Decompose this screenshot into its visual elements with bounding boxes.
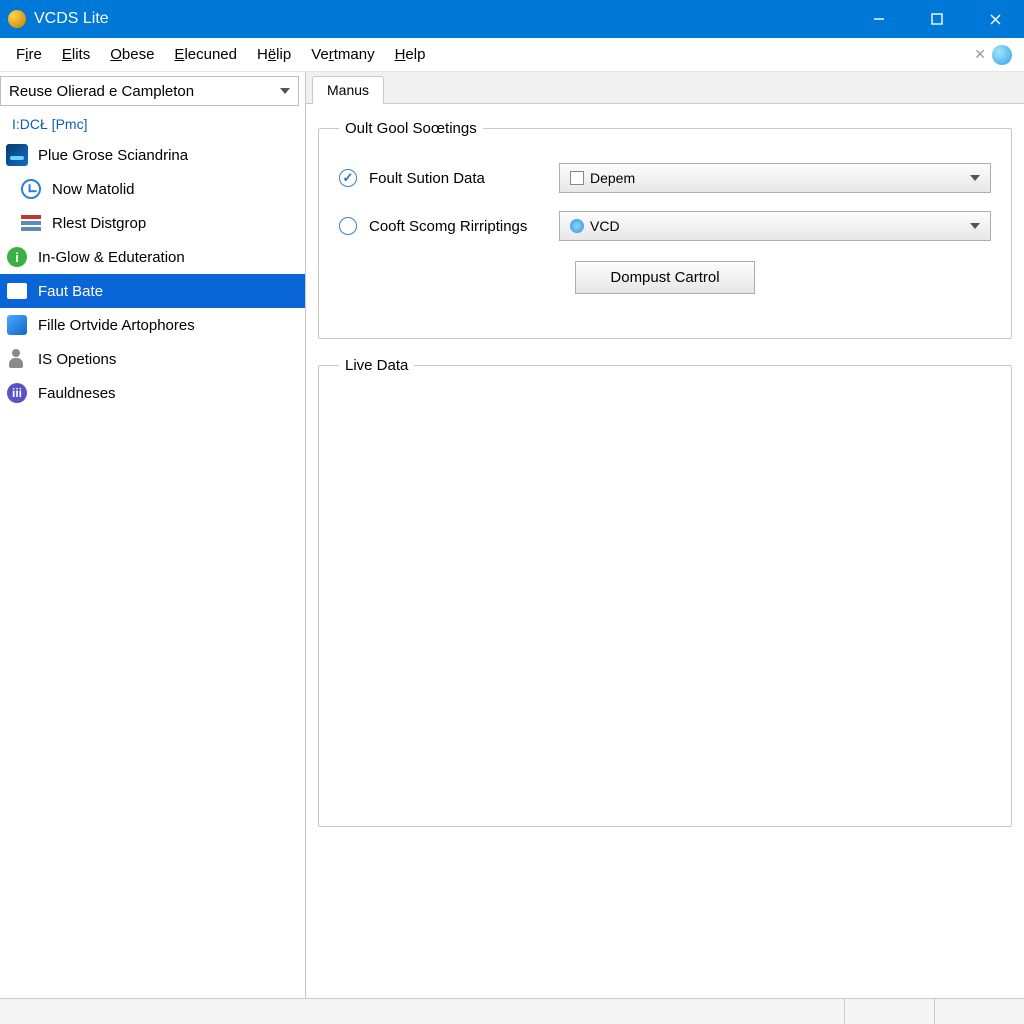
dropdown-value: Depem [590,170,635,186]
dropdown-vcd[interactable]: VCD [559,211,991,241]
module-icon [6,314,28,336]
menu-vertmany[interactable]: Vertmany [301,40,384,69]
sidebar-item-fauldneses[interactable]: iii Fauldneses [0,376,305,410]
body: Reuse Olierad e Campleton I:DCŁ [Pmc] Pl… [0,72,1024,998]
menubar: Fire Elits Obese Elecuned Hëlip Vertmany… [0,38,1024,72]
window-title: VCDS Lite [34,10,850,28]
person-icon [6,348,28,370]
chevron-down-icon [280,88,290,94]
vcd-icon [570,219,584,233]
sidebar-item-label: Fille Ortvide Artophores [38,317,195,334]
option-foult-sution: Foult Sution Data Depem [339,163,991,193]
window-controls [850,0,1024,38]
tree-header: I:DCŁ [Pmc] [0,110,305,138]
content-inner: Oult Gool Soœtings Foult Sution Data Dep… [306,104,1024,998]
settings-group: Oult Gool Soœtings Foult Sution Data Dep… [318,120,1012,339]
titlebar: VCDS Lite [0,0,1024,38]
menu-elecuned[interactable]: Elecuned [164,40,247,69]
sidebar-item-faut-bate[interactable]: Faut Bate [0,274,305,308]
dropdown-value: VCD [590,218,620,234]
car-icon [6,144,28,166]
status-dot-icon[interactable] [992,45,1012,65]
sidebar: Reuse Olierad e Campleton I:DCŁ [Pmc] Pl… [0,72,306,998]
option-label: Cooft Scomg Rirriptings [369,218,559,235]
sidebar-item-label: Faut Bate [38,283,103,300]
menu-obese[interactable]: Obese [100,40,164,69]
action-row: Dompust Cartrol [339,261,991,294]
dompust-cartrol-button[interactable]: Dompust Cartrol [575,261,754,294]
menu-elits[interactable]: Elits [52,40,100,69]
sidebar-selector[interactable]: Reuse Olierad e Campleton [0,76,299,106]
info-green-icon: i [6,246,28,268]
sidebar-item-plue-grose[interactable]: Plue Grose Sciandrina [0,138,305,172]
dropdown-depem[interactable]: Depem [559,163,991,193]
menu-helip[interactable]: Hëlip [247,40,301,69]
minimize-button[interactable] [850,0,908,38]
sidebar-item-is-opetions[interactable]: IS Opetions [0,342,305,376]
document-small-icon [570,171,584,185]
info-purple-icon: iii [6,382,28,404]
stack-icon [20,212,42,234]
option-cooft-scomg: Cooft Scomg Rirriptings VCD [339,211,991,241]
sidebar-item-rlest-distgrop[interactable]: Rlest Distgrop [0,206,305,240]
sidebar-item-fille-ortvide[interactable]: Fille Ortvide Artophores [0,308,305,342]
radio-cooft-scomg[interactable] [339,217,357,235]
live-data-group: Live Data [318,357,1012,827]
sidebar-item-now-matolid[interactable]: Now Matolid [0,172,305,206]
close-panel-icon[interactable]: ✕ [974,46,986,63]
maximize-button[interactable] [908,0,966,38]
status-cell-2 [934,999,1024,1024]
menu-help[interactable]: Help [385,40,436,69]
sidebar-item-in-glow[interactable]: i In-Glow & Eduteration [0,240,305,274]
sidebar-item-label: In-Glow & Eduteration [38,249,185,266]
tabstrip: Manus [306,72,1024,104]
content-panel: Manus Oult Gool Soœtings Foult Sution Da… [306,72,1024,998]
radio-foult-sution[interactable] [339,169,357,187]
live-data-legend: Live Data [339,357,414,374]
sidebar-item-label: Now Matolid [52,181,135,198]
chevron-down-icon [970,175,980,181]
statusbar [0,998,1024,1024]
sidebar-item-label: Fauldneses [38,385,116,402]
settings-legend: Oult Gool Soœtings [339,120,483,137]
sidebar-item-label: Plue Grose Sciandrina [38,147,188,164]
sidebar-item-label: IS Opetions [38,351,116,368]
document-icon [6,280,28,302]
app-icon [8,10,26,28]
tab-manus[interactable]: Manus [312,76,384,104]
option-label: Foult Sution Data [369,170,559,187]
sidebar-item-label: Rlest Distgrop [52,215,146,232]
chevron-down-icon [970,223,980,229]
status-cell-1 [844,999,934,1024]
clock-icon [20,178,42,200]
menu-fire[interactable]: Fire [6,40,52,69]
close-button[interactable] [966,0,1024,38]
sidebar-selector-value: Reuse Olierad e Campleton [9,83,194,100]
